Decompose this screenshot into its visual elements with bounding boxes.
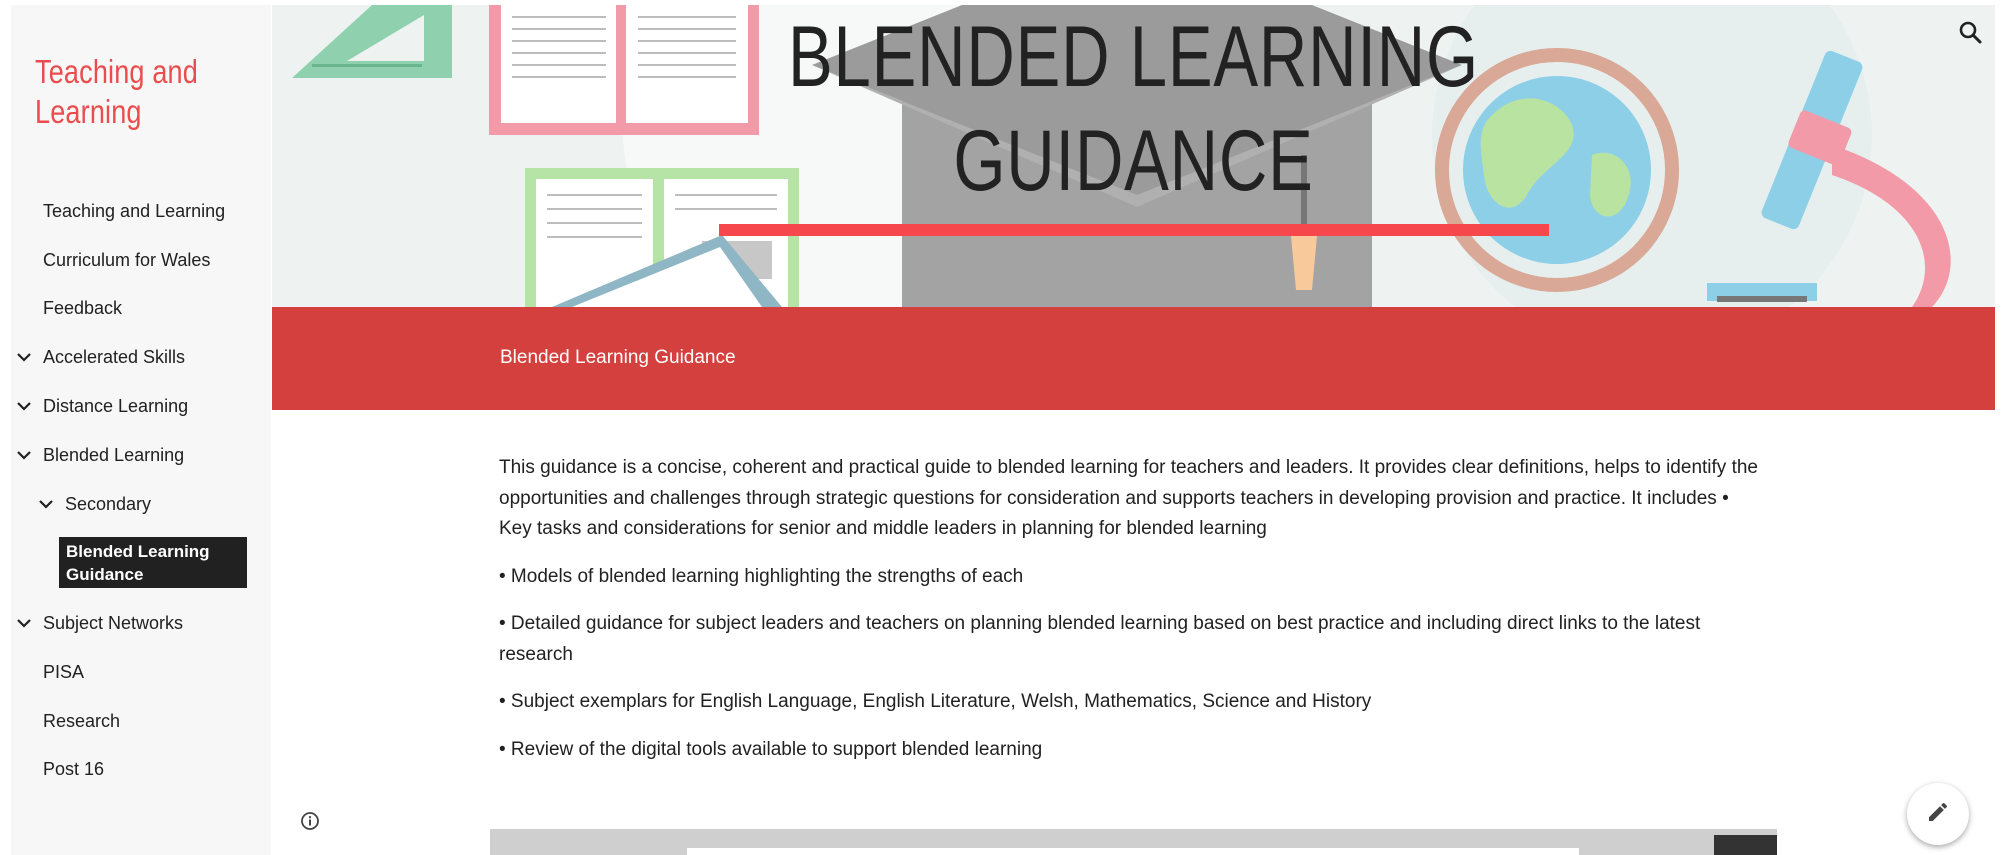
nav-item-label: Post 16 [43, 759, 105, 779]
set-square-icon [292, 5, 452, 78]
nav-item-distance-learning[interactable]: Distance Learning [17, 391, 189, 421]
hero-underline [719, 224, 1549, 236]
content-paragraph: • Subject exemplars for English Language… [499, 691, 1372, 712]
edit-button[interactable] [1907, 783, 1969, 845]
info-icon[interactable] [300, 811, 320, 831]
hero-title: BLENDED LEARNING GUIDANCE [462, 5, 1806, 213]
nav-item-accelerated-skills[interactable]: Accelerated Skills [17, 342, 186, 372]
chevron-down-icon[interactable] [15, 342, 33, 372]
hero-banner: BLENDED LEARNING GUIDANCE [272, 5, 1995, 307]
nav-item-pisa[interactable]: PISA [43, 657, 84, 687]
nav-item-post-16[interactable]: Post 16 [43, 754, 104, 784]
nav-item-secondary[interactable]: Secondary [39, 489, 152, 519]
page-title: Blended Learning Guidance [500, 347, 736, 368]
hero-title-line1: BLENDED LEARNING [788, 9, 1479, 105]
hero-title-line2: GUIDANCE [953, 113, 1314, 209]
nav-item-blended-learning[interactable]: Blended Learning [17, 440, 185, 470]
embedded-document-toolbar[interactable] [1714, 835, 1777, 855]
nav-item-label: Distance Learning [43, 396, 189, 416]
nav-item-label: Curriculum for Wales [43, 250, 211, 270]
nav-item-label: Blended Learning [43, 445, 185, 465]
content-paragraph: • Detailed guidance for subject leaders … [499, 613, 1701, 665]
nav-item-label: Teaching and Learning [43, 201, 226, 221]
nav-item-label: Secondary [65, 494, 152, 514]
nav-item-label: PISA [43, 662, 85, 682]
nav-item-curriculum-for-wales[interactable]: Curriculum for Wales [43, 245, 210, 275]
nav-item-research[interactable]: Research [43, 706, 120, 736]
nav-item-label: Subject Networks [43, 613, 184, 633]
nav-item-subject-networks[interactable]: Subject Networks [17, 608, 184, 638]
site-title[interactable]: Teaching and Learning [35, 52, 215, 132]
chevron-down-icon[interactable] [37, 489, 55, 519]
nav-item-label: Feedback [43, 298, 123, 318]
nav-item-label: Research [43, 711, 121, 731]
content: This guidance is a concise, coherent and… [499, 453, 1759, 782]
chevron-down-icon[interactable] [15, 608, 33, 638]
content-paragraph: • Models of blended learning highlightin… [499, 565, 1024, 587]
nav-item-blended-learning-guidance-active[interactable]: Blended Learning Guidance [59, 537, 247, 588]
content-paragraph: • Review of the digital tools available … [499, 738, 1043, 760]
nav-item-feedback[interactable]: Feedback [43, 293, 122, 323]
nav-item-teaching-and-learning[interactable]: Teaching and Learning [43, 196, 225, 226]
pencil-icon [1926, 800, 1950, 829]
content-paragraph: This guidance is a concise, coherent and… [499, 457, 1758, 539]
chevron-down-icon[interactable] [15, 440, 33, 470]
search-icon[interactable] [1958, 20, 1984, 46]
nav-item-label: Accelerated Skills [43, 347, 186, 367]
chevron-down-icon[interactable] [15, 391, 33, 421]
embedded-document-page [687, 848, 1579, 855]
